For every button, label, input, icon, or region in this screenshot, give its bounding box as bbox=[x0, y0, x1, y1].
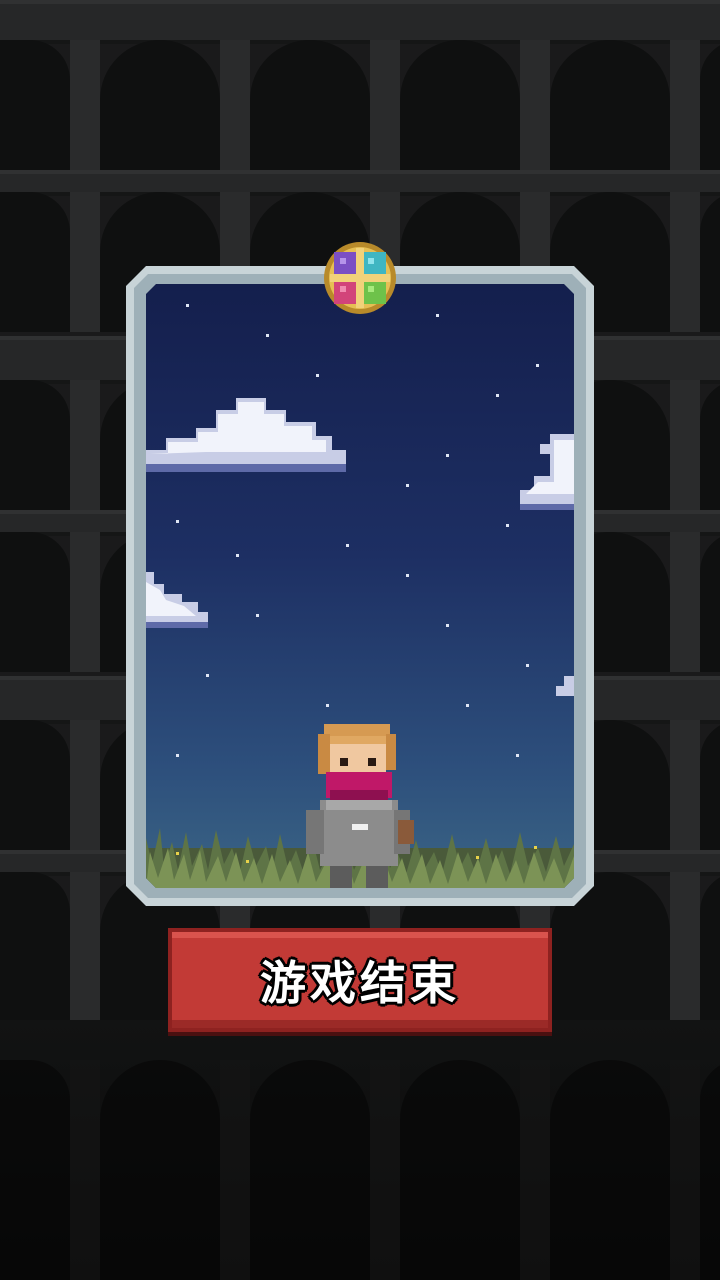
game-over-label: 游戏结束 bbox=[260, 956, 460, 1010]
cloud-large bbox=[146, 380, 356, 480]
star bbox=[236, 554, 239, 557]
star bbox=[496, 394, 499, 397]
scene-card bbox=[126, 266, 594, 906]
star bbox=[446, 624, 449, 627]
cloud-small-left bbox=[146, 572, 212, 632]
star bbox=[186, 304, 189, 307]
star bbox=[266, 334, 269, 337]
star bbox=[436, 314, 439, 317]
star bbox=[316, 374, 319, 377]
night-sky-scene bbox=[146, 284, 574, 888]
star bbox=[466, 704, 469, 707]
star bbox=[326, 704, 329, 707]
star bbox=[516, 754, 519, 757]
background-ledge bbox=[0, 0, 720, 44]
cloud-right bbox=[520, 424, 574, 534]
background-arch-row bbox=[0, 40, 720, 170]
hero-character-sprite bbox=[306, 724, 414, 888]
background-floor-shade bbox=[0, 1020, 720, 1280]
star bbox=[406, 484, 409, 487]
star bbox=[536, 364, 539, 367]
star bbox=[256, 614, 259, 617]
star bbox=[176, 754, 179, 757]
star bbox=[406, 574, 409, 577]
star bbox=[446, 454, 449, 457]
star bbox=[176, 520, 179, 523]
four-gem-emblem-icon bbox=[324, 242, 396, 314]
game-screen: 游戏结束 bbox=[0, 0, 720, 1280]
star bbox=[346, 544, 349, 547]
star bbox=[206, 674, 209, 677]
star bbox=[526, 664, 529, 667]
star bbox=[506, 524, 509, 527]
game-over-button[interactable]: 游戏结束 bbox=[168, 928, 552, 1032]
cloud-tiny-right bbox=[556, 672, 574, 702]
